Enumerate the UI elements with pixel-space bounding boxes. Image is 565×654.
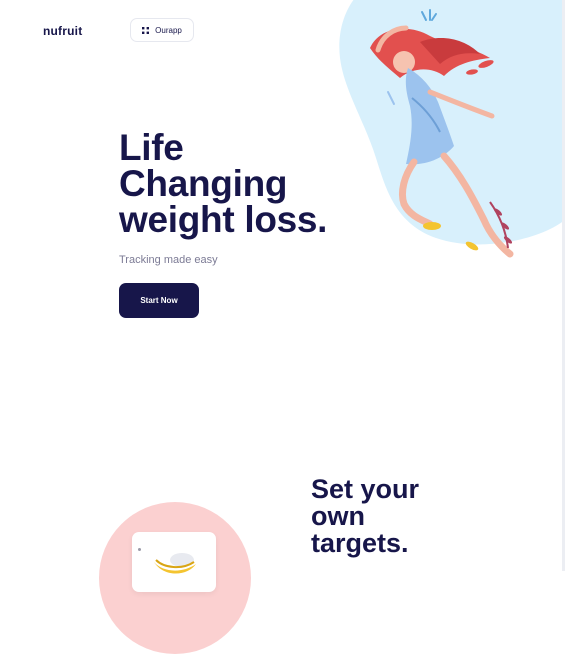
hero-headline-line-1: Life [119,127,184,168]
targets-section-title: Set your own targets. [311,476,419,557]
brand-logo[interactable]: nufruit [43,24,82,38]
targets-title-line-3: targets. [311,528,409,558]
hero-subtitle: Tracking made easy [119,254,218,266]
targets-title-line-2: own [311,501,365,531]
woman-jumping-illustration [370,9,514,258]
card-dot [138,548,141,551]
our-app-button[interactable]: Ourapp [130,18,194,42]
our-app-label: Ourapp [155,25,182,35]
food-card [132,532,216,592]
grid-icon [142,26,150,34]
hero-headline-line-3: weight loss. [119,199,328,240]
hero-headline-line-2: Changing [119,163,288,204]
start-now-button[interactable]: Start Now [119,283,199,318]
banana-icon [154,553,196,574]
targets-title-line-1: Set your [311,474,420,504]
hero-headline: Life Changing weight loss. [119,127,328,240]
